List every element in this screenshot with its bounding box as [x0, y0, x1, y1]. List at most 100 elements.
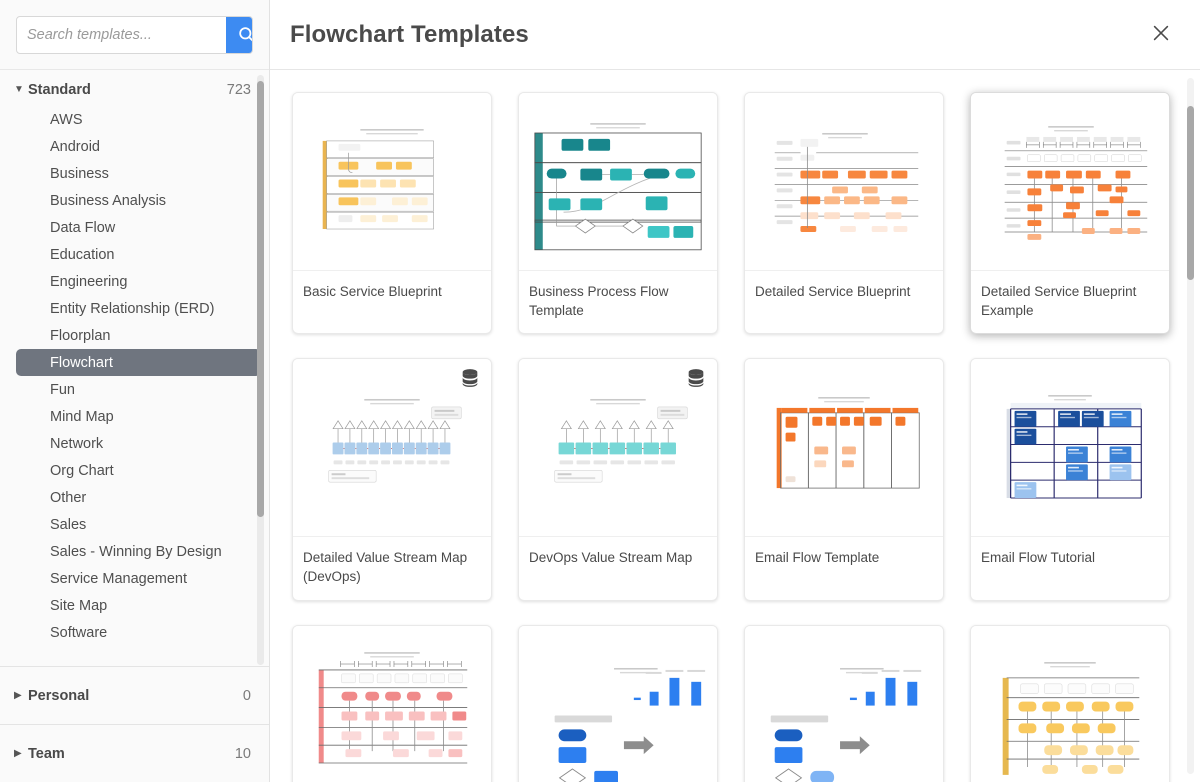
sidebar-item-sales-winning-by-design[interactable]: Sales - Winning By Design: [16, 538, 261, 565]
template-card[interactable]: Detailed Service Blueprint Example: [970, 92, 1170, 335]
template-card-label: Email Flow Tutorial: [981, 550, 1096, 566]
search-box[interactable]: [16, 15, 253, 54]
sidebar-item-mind-map[interactable]: Mind Map: [16, 403, 261, 430]
close-button[interactable]: [1142, 16, 1180, 54]
template-grid-scroll-area[interactable]: Basic Service Blueprint Business Process…: [270, 70, 1200, 782]
category-group-standard[interactable]: ▼ Standard 723: [0, 78, 269, 102]
template-card[interactable]: [518, 624, 718, 782]
template-thumbnail: [293, 93, 491, 271]
sidebar-item-label: Android: [50, 138, 100, 155]
template-thumbnail: [745, 359, 943, 538]
sidebar-item-label: Service Management: [50, 570, 188, 587]
category-group-label: Standard: [28, 82, 91, 98]
main-header: Flowchart Templates: [270, 0, 1200, 70]
sidebar-item-engineering[interactable]: Engineering: [16, 268, 261, 295]
category-list: AWS Android Business Business Analysis Data …: [0, 106, 269, 646]
template-card-label: DevOps Value Stream Map: [529, 550, 693, 566]
main-scrollbar[interactable]: [1187, 78, 1194, 774]
template-card[interactable]: Detailed Service Blueprint: [744, 92, 944, 335]
search-button[interactable]: [226, 16, 252, 53]
sidebar-item-network[interactable]: Network: [16, 430, 261, 457]
search-bar: [0, 0, 269, 70]
template-thumbnail: [293, 625, 491, 782]
sidebar-item-business-analysis[interactable]: Business Analysis: [16, 187, 261, 214]
search-input[interactable]: [17, 16, 226, 53]
chevron-right-icon: ▶: [14, 747, 22, 759]
template-card[interactable]: [292, 624, 492, 782]
template-card-label: Detailed Service Blueprint Example: [981, 284, 1137, 319]
sidebar-scrollbar[interactable]: [257, 75, 264, 665]
template-card[interactable]: [970, 624, 1170, 782]
template-card-label: Business Process Flow Template: [529, 284, 669, 319]
template-picker-dialog: ▼ Standard 723 AWS Android Business Busines…: [0, 0, 1200, 782]
template-thumbnail: [519, 625, 717, 782]
sidebar-item-label: Other: [50, 489, 87, 506]
template-card-label: Basic Service Blueprint: [303, 284, 442, 299]
sidebar-item-label: AWS: [50, 111, 83, 128]
template-thumbnail: [745, 625, 943, 782]
sidebar-item-label: Business: [50, 165, 109, 182]
sidebar-item-label: Network: [50, 435, 104, 452]
sidebar-item-aws[interactable]: AWS: [16, 106, 261, 133]
sidebar-scrollbar-thumb[interactable]: [257, 80, 264, 518]
sidebar-item-label: Education: [50, 246, 115, 263]
sidebar-item-label: Site Map: [50, 597, 108, 614]
sidebar-item-education[interactable]: Education: [16, 241, 261, 268]
sidebar-item-sales[interactable]: Sales: [16, 511, 261, 538]
sidebar-item-label: Entity Relationship (ERD): [50, 300, 215, 317]
template-card[interactable]: DevOps Value Stream Map: [518, 358, 718, 601]
template-thumbnail: [519, 93, 717, 271]
main-panel: Flowchart Templates Basic Service Bluepr…: [270, 0, 1200, 782]
template-thumbnail: [971, 93, 1169, 271]
template-card-label: Email Flow Template: [755, 550, 880, 566]
sidebar-section-personal[interactable]: ▶ Personal 0: [0, 666, 269, 724]
sidebar-item-flowchart[interactable]: Flowchart: [16, 349, 261, 376]
category-scroll-area[interactable]: ▼ Standard 723 AWS Android Business Busines…: [0, 70, 269, 666]
chevron-down-icon: ▼: [14, 84, 24, 95]
template-card[interactable]: Email Flow Tutorial: [970, 358, 1170, 601]
template-thumbnail: [971, 359, 1169, 538]
template-card[interactable]: Email Flow Template: [744, 358, 944, 601]
sidebar-item-entity-relationship-erd[interactable]: Entity Relationship (ERD): [16, 295, 261, 322]
chevron-right-icon: ▶: [14, 689, 22, 701]
sidebar-item-site-map[interactable]: Site Map: [16, 592, 261, 619]
sidebar-item-data-flow[interactable]: Data Flow: [16, 214, 261, 241]
sidebar-item-org-chart[interactable]: Org Chart: [16, 457, 261, 484]
main-scrollbar-thumb[interactable]: [1187, 105, 1194, 280]
sidebar-item-label: Mind Map: [50, 408, 114, 425]
template-card-label: Detailed Service Blueprint: [755, 284, 911, 299]
sidebar-item-label: Org Chart: [50, 462, 114, 479]
template-card-label: Detailed Value Stream Map (DevOps): [303, 550, 468, 585]
template-thumbnail: [971, 625, 1169, 782]
sidebar-item-label: Data Flow: [50, 219, 116, 236]
sidebar-item-label: Engineering: [50, 273, 128, 290]
sidebar-item-business[interactable]: Business: [16, 160, 261, 187]
sidebar-item-label: Software: [50, 624, 108, 641]
sidebar-section-team[interactable]: ▶ Team 10: [0, 724, 269, 782]
template-card[interactable]: Business Process Flow Template: [518, 92, 718, 335]
sidebar-item-other[interactable]: Other: [16, 484, 261, 511]
sidebar-item-service-management[interactable]: Service Management: [16, 565, 261, 592]
page-title: Flowchart Templates: [290, 20, 529, 48]
template-card[interactable]: Detailed Value Stream Map (DevOps): [292, 358, 492, 601]
sidebar: ▼ Standard 723 AWS Android Business Busines…: [0, 0, 270, 782]
search-icon: [237, 25, 252, 44]
sidebar-section-count: 10: [234, 745, 251, 762]
sidebar-item-label: Floorplan: [50, 327, 111, 344]
sidebar-item-floorplan[interactable]: Floorplan: [16, 322, 261, 349]
sidebar-section-label: Personal: [28, 687, 90, 704]
database-icon: [459, 367, 481, 389]
sidebar-item-label: Business Analysis: [50, 192, 167, 209]
sidebar-item-android[interactable]: Android: [16, 133, 261, 160]
sidebar-item-label: Sales - Winning By Design: [50, 543, 222, 560]
sidebar-item-label: Flowchart: [50, 354, 113, 371]
sidebar-item-software[interactable]: Software: [16, 619, 261, 646]
category-group-count: 723: [226, 82, 251, 98]
template-card[interactable]: Basic Service Blueprint: [292, 92, 492, 335]
sidebar-item-fun[interactable]: Fun: [16, 376, 261, 403]
database-icon: [685, 367, 707, 389]
template-card[interactable]: [744, 624, 944, 782]
sidebar-section-label: Team: [28, 745, 65, 762]
template-thumbnail: [745, 93, 943, 271]
sidebar-item-label: Sales: [50, 516, 87, 533]
